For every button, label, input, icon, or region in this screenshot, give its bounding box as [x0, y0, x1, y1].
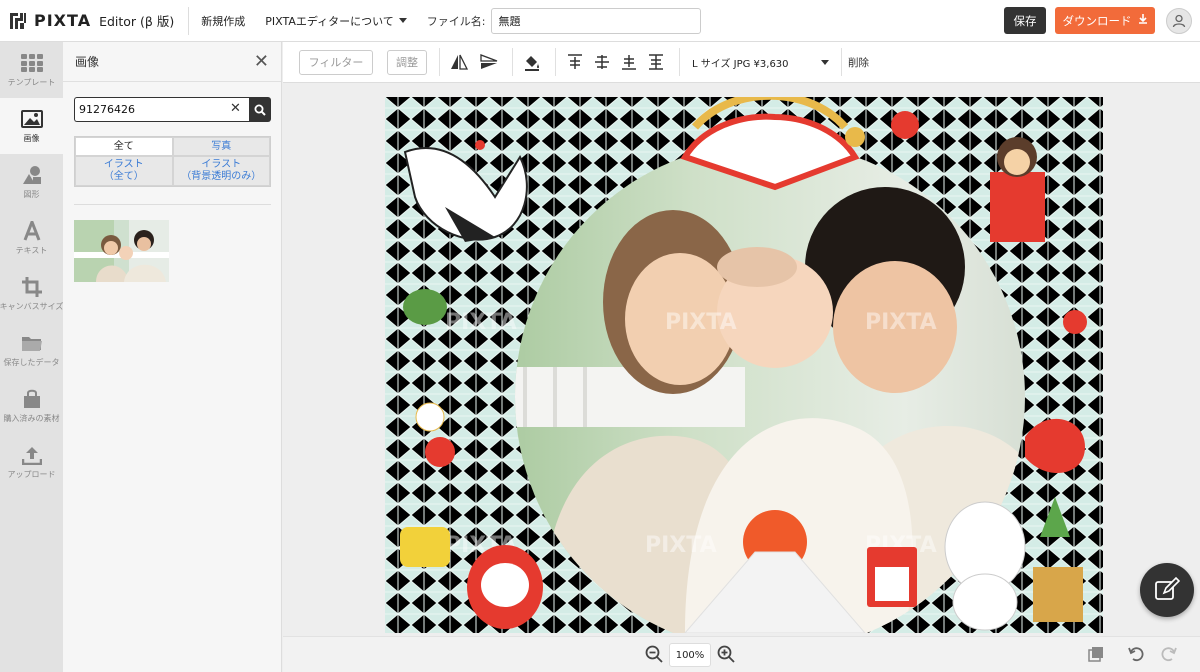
search-button[interactable] [249, 97, 271, 122]
toolbar-divider [555, 48, 556, 76]
grid-icon [20, 52, 43, 74]
panel-title: 画像 [75, 55, 100, 69]
flip-horizontal-icon[interactable] [446, 49, 472, 75]
image-icon [20, 108, 43, 130]
rail-label: キャンバスサイズ [0, 302, 64, 311]
pixta-logo[interactable]: PIXTA Editor (β 版) [8, 11, 174, 31]
filename-input[interactable] [491, 7, 702, 34]
watermark-text: PIXTA [665, 310, 737, 335]
chevron-down-icon [821, 59, 829, 65]
panel-divider [74, 204, 271, 205]
rail-item-saved-data[interactable]: 保存したデータ [0, 322, 63, 378]
image-search: ✕ [74, 97, 271, 122]
rail-label: テンプレート [7, 78, 56, 87]
user-avatar-button[interactable] [1166, 8, 1192, 34]
upload-icon [21, 444, 42, 466]
watermark-text: PIXTA [645, 533, 717, 558]
about-menu[interactable]: PIXTAエディターについて [265, 13, 407, 29]
image-type-tabs: 全て 写真 イラスト （全て） イラスト （背景透明のみ） [74, 136, 271, 187]
rail-label: テキスト [15, 246, 48, 255]
watermark-text: PIXTA [865, 310, 937, 335]
rail-item-text[interactable]: テキスト [0, 210, 63, 266]
undo-icon[interactable] [1128, 646, 1144, 665]
tool-rail: テンプレート 画像 図形 テキスト キャンバスサイズ 保存したデータ 購入済みの… [0, 42, 63, 672]
clear-search-icon[interactable]: ✕ [230, 101, 241, 116]
shopping-bag-icon [22, 388, 42, 410]
edit-note-button[interactable] [1140, 563, 1194, 617]
filter-button[interactable]: フィルター [299, 49, 373, 75]
pencil-note-icon [1155, 577, 1180, 600]
rail-item-template[interactable]: テンプレート [0, 42, 63, 98]
toolbar-divider [512, 48, 513, 76]
search-icon [254, 104, 266, 116]
zoom-out-icon[interactable] [645, 645, 663, 666]
redo-icon[interactable] [1161, 646, 1177, 665]
design-canvas[interactable]: PIXTA PIXTA PIXTA PIXTA PIXTA PIXTA [385, 97, 1103, 633]
rail-item-purchased[interactable]: 購入済みの素材 [0, 378, 63, 434]
size-select-label: L サイズ JPG ¥3,630 [692, 58, 789, 70]
download-icon [1138, 14, 1148, 27]
rail-item-image[interactable]: 画像 [0, 98, 63, 154]
tab-photo[interactable]: 写真 [172, 137, 270, 156]
editor-label: Editor (β 版) [99, 14, 175, 29]
align-middle-icon[interactable] [589, 49, 615, 75]
edit-toolbar: フィルター 調整 L サイズ JPG ¥3,630 削除 [283, 42, 1200, 83]
rail-label: 購入済みの素材 [3, 414, 60, 423]
toolbar-divider [439, 48, 440, 76]
app-header: PIXTA Editor (β 版) 新規作成 PIXTAエディターについて フ… [0, 0, 1200, 42]
flip-vertical-icon[interactable] [476, 49, 502, 75]
new-file-label: 新規作成 [201, 14, 246, 28]
rail-item-upload[interactable]: アップロード [0, 434, 63, 490]
toolbar-divider [679, 48, 680, 76]
zoom-in-icon[interactable] [717, 645, 735, 666]
download-button[interactable]: ダウンロード [1055, 7, 1155, 34]
search-input[interactable] [74, 97, 249, 122]
adjust-button[interactable]: 調整 [387, 49, 427, 75]
user-icon [1172, 14, 1186, 28]
filename-label: ファイル名: [426, 14, 486, 28]
layers-icon[interactable] [1088, 646, 1104, 665]
tab-illust-all[interactable]: イラスト （全て） [75, 156, 173, 186]
logo-text: PIXTA [34, 11, 92, 30]
distribute-icon[interactable] [643, 49, 669, 75]
panel-header: 画像 ✕ [63, 42, 281, 82]
header-divider [188, 6, 190, 35]
rail-label: 保存したデータ [3, 358, 60, 367]
align-top-icon[interactable] [562, 49, 588, 75]
size-select[interactable]: L サイズ JPG ¥3,630 [688, 49, 833, 75]
pixta-logo-icon [8, 11, 28, 31]
tab-all[interactable]: 全て [75, 137, 173, 156]
text-icon [23, 220, 41, 242]
folder-icon [21, 332, 43, 354]
bottom-bar: 100% [283, 636, 1200, 672]
rail-item-shapes[interactable]: 図形 [0, 154, 63, 210]
rail-label: 図形 [23, 190, 40, 199]
canvas-stage: PIXTA PIXTA PIXTA PIXTA PIXTA PIXTA [283, 83, 1200, 636]
rail-label: 画像 [23, 134, 40, 143]
rail-label: アップロード [7, 470, 56, 479]
search-result-thumbnail[interactable] [74, 220, 169, 282]
delete-button[interactable]: 削除 [848, 55, 869, 70]
toolbar-divider [841, 48, 842, 76]
paint-bucket-icon[interactable] [519, 49, 545, 75]
tab-illust-transparent[interactable]: イラスト （背景透明のみ） [172, 156, 270, 186]
image-panel: 画像 ✕ ✕ 全て 写真 イラスト （全て） イラスト （背景透明のみ） [63, 42, 282, 672]
close-icon[interactable]: ✕ [254, 52, 269, 71]
rail-item-canvas-size[interactable]: キャンバスサイズ [0, 266, 63, 322]
shapes-icon [22, 164, 42, 186]
align-bottom-icon[interactable] [616, 49, 642, 75]
watermark-text: PIXTA [445, 310, 517, 335]
download-label: ダウンロード [1062, 13, 1132, 28]
zoom-level[interactable]: 100% [669, 643, 711, 667]
chevron-down-icon [398, 18, 407, 23]
new-file-menu[interactable]: 新規作成 [201, 13, 245, 29]
crop-icon [21, 276, 42, 298]
save-button[interactable]: 保存 [1004, 7, 1046, 34]
about-menu-label: PIXTAエディターについて [265, 14, 394, 28]
